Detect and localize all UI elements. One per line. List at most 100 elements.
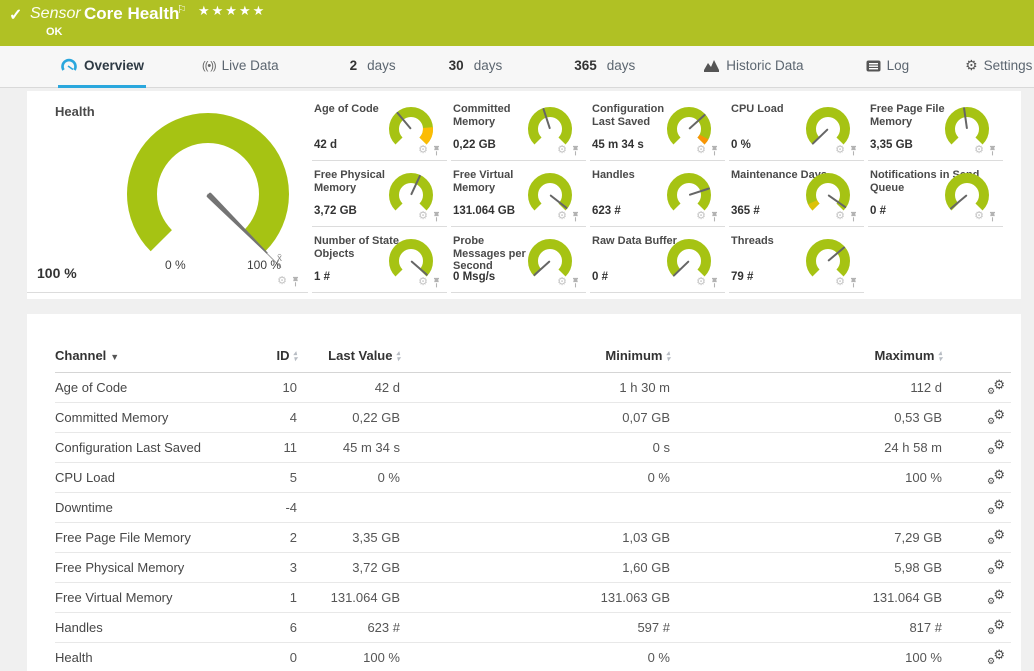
gear-icon[interactable]: ⚙ xyxy=(974,211,984,222)
pin-icon[interactable] xyxy=(432,211,441,222)
pin-icon[interactable] xyxy=(849,211,858,222)
channel-settings-icon[interactable]: ⚙⚙ xyxy=(987,379,1005,394)
sensor-header: ✓ Sensor Core Health ⚐ ★★★★★ OK xyxy=(0,0,1034,46)
pin-icon[interactable] xyxy=(432,145,441,156)
gauge-cell[interactable]: Age of Code 42 d ⚙ xyxy=(312,95,447,161)
channel-id: 3 xyxy=(235,553,297,583)
gauges-panel: Health x̄ 0 % 100 % 100 % ⚙ Age of Code … xyxy=(27,91,1021,299)
gear-icon[interactable]: ⚙ xyxy=(418,277,428,288)
gauge-value: 131.064 GB xyxy=(453,205,515,217)
sort-icon: ▴▾ xyxy=(938,351,942,363)
gear-icon[interactable]: ⚙ xyxy=(835,145,845,156)
tab-settings[interactable]: ⚙ Settings xyxy=(963,46,1034,88)
content-area: Health x̄ 0 % 100 % 100 % ⚙ Age of Code … xyxy=(0,88,1034,671)
sort-desc-icon: ▼ xyxy=(110,352,119,362)
gear-icon[interactable]: ⚙ xyxy=(974,145,984,156)
pin-icon[interactable] xyxy=(571,211,580,222)
gauge-cell[interactable]: Handles 623 # ⚙ xyxy=(590,161,725,227)
column-header-channel[interactable]: Channel▼ xyxy=(55,348,235,373)
gauge-cell[interactable]: Configuration Last Saved 45 m 34 s ⚙ xyxy=(590,95,725,161)
gear-icon[interactable]: ⚙ xyxy=(418,145,428,156)
gauge-cell[interactable]: Committed Memory 0,22 GB ⚙ xyxy=(451,95,586,161)
channel-minimum: 131.063 GB xyxy=(400,583,670,613)
gear-icon[interactable]: ⚙ xyxy=(557,145,567,156)
channel-last-value: 3,35 GB xyxy=(297,523,400,553)
channel-settings-icon[interactable]: ⚙⚙ xyxy=(987,439,1005,454)
pin-icon[interactable] xyxy=(849,277,858,288)
gauge-value: 42 d xyxy=(314,139,337,151)
pin-icon[interactable] xyxy=(710,145,719,156)
gear-icon[interactable]: ⚙ xyxy=(418,211,428,222)
pin-icon[interactable] xyxy=(710,211,719,222)
pin-icon[interactable] xyxy=(710,277,719,288)
gauge-cell[interactable]: CPU Load 0 % ⚙ xyxy=(729,95,864,161)
pin-icon[interactable] xyxy=(849,145,858,156)
channel-maximum: 7,29 GB xyxy=(670,523,942,553)
channel-maximum: 100 % xyxy=(670,463,942,493)
table-row: CPU Load 5 0 % 0 % 100 % ⚙⚙ xyxy=(55,463,1011,493)
gear-icon[interactable]: ⚙ xyxy=(835,277,845,288)
channel-settings-icon[interactable]: ⚙⚙ xyxy=(987,469,1005,484)
pin-icon[interactable] xyxy=(571,145,580,156)
gear-icon[interactable]: ⚙ xyxy=(835,211,845,222)
channel-maximum: 112 d xyxy=(670,373,942,403)
gear-icon[interactable]: ⚙ xyxy=(277,276,287,287)
gauge-cell[interactable]: Free Physical Memory 3,72 GB ⚙ xyxy=(312,161,447,227)
gauge-cell[interactable]: Notifications in Send Queue 0 # ⚙ xyxy=(868,161,1003,227)
channel-settings-icon[interactable]: ⚙⚙ xyxy=(987,619,1005,634)
channel-id: 4 xyxy=(235,403,297,433)
gauge-value: 45 m 34 s xyxy=(592,139,644,151)
gauge-cell[interactable]: Free Page File Memory 3,35 GB ⚙ xyxy=(868,95,1003,161)
column-header-id[interactable]: ID▴▾ xyxy=(235,348,297,373)
tab-log[interactable]: Log xyxy=(864,46,912,88)
flag-icon[interactable]: ⚐ xyxy=(177,3,187,16)
channel-settings-icon[interactable]: ⚙⚙ xyxy=(987,589,1005,604)
pin-icon[interactable] xyxy=(432,277,441,288)
gauge-cell[interactable]: Maintenance Days 365 # ⚙ xyxy=(729,161,864,227)
object-type-label: Sensor xyxy=(30,5,81,23)
health-gauge-arc xyxy=(113,106,303,276)
tab-live-data[interactable]: ((•)) Live Data xyxy=(200,46,281,88)
channel-settings-icon[interactable]: ⚙⚙ xyxy=(987,409,1005,424)
tab-overview[interactable]: Overview xyxy=(58,46,146,88)
channels-table-panel: Channel▼ ID▴▾ Last Value▴▾ Minimum▴▾ Max… xyxy=(27,314,1021,671)
status-badge: OK xyxy=(46,26,63,38)
gauge-cell[interactable]: Threads 79 # ⚙ xyxy=(729,227,864,293)
gauge-cell[interactable]: Free Virtual Memory 131.064 GB ⚙ xyxy=(451,161,586,227)
gear-icon[interactable]: ⚙ xyxy=(557,277,567,288)
column-header-last-value[interactable]: Last Value▴▾ xyxy=(297,348,400,373)
gauge-value: 0 # xyxy=(870,205,886,217)
gear-icon[interactable]: ⚙ xyxy=(696,145,706,156)
channel-settings-icon[interactable]: ⚙⚙ xyxy=(987,499,1005,514)
gauge-value: 365 # xyxy=(731,205,760,217)
gauge-cell[interactable]: Probe Messages per Second 0 Msg/s ⚙ xyxy=(451,227,586,293)
tab-historic-data[interactable]: Historic Data xyxy=(701,46,805,88)
channel-settings-icon[interactable]: ⚙⚙ xyxy=(987,529,1005,544)
pin-icon[interactable] xyxy=(291,276,300,287)
channel-minimum: 0 % xyxy=(400,643,670,671)
pin-icon[interactable] xyxy=(988,145,997,156)
tab-365-days[interactable]: 365 days xyxy=(572,46,637,88)
column-header-maximum[interactable]: Maximum▴▾ xyxy=(670,348,942,373)
channel-maximum xyxy=(670,493,942,523)
gear-icon[interactable]: ⚙ xyxy=(557,211,567,222)
tab-2-days[interactable]: 2 days xyxy=(348,46,398,88)
priority-stars[interactable]: ★★★★★ xyxy=(198,3,266,19)
channel-id: 5 xyxy=(235,463,297,493)
channel-last-value xyxy=(297,493,400,523)
sort-icon: ▴▾ xyxy=(396,351,400,363)
health-gauge-cell[interactable]: Health x̄ 0 % 100 % 100 % ⚙ xyxy=(27,95,308,293)
channel-minimum: 1,60 GB xyxy=(400,553,670,583)
gauge-min-label: 0 % xyxy=(165,258,186,272)
column-header-minimum[interactable]: Minimum▴▾ xyxy=(400,348,670,373)
channel-settings-icon[interactable]: ⚙⚙ xyxy=(987,649,1005,664)
pin-icon[interactable] xyxy=(571,277,580,288)
gauge-cell[interactable]: Number of State Objects 1 # ⚙ xyxy=(312,227,447,293)
gear-icon[interactable]: ⚙ xyxy=(696,211,706,222)
pin-icon[interactable] xyxy=(988,211,997,222)
tab-30-days[interactable]: 30 days xyxy=(447,46,505,88)
gauge-cell[interactable]: Raw Data Buffer 0 # ⚙ xyxy=(590,227,725,293)
gear-icon[interactable]: ⚙ xyxy=(696,277,706,288)
channel-name: Age of Code xyxy=(55,373,235,403)
channel-settings-icon[interactable]: ⚙⚙ xyxy=(987,559,1005,574)
